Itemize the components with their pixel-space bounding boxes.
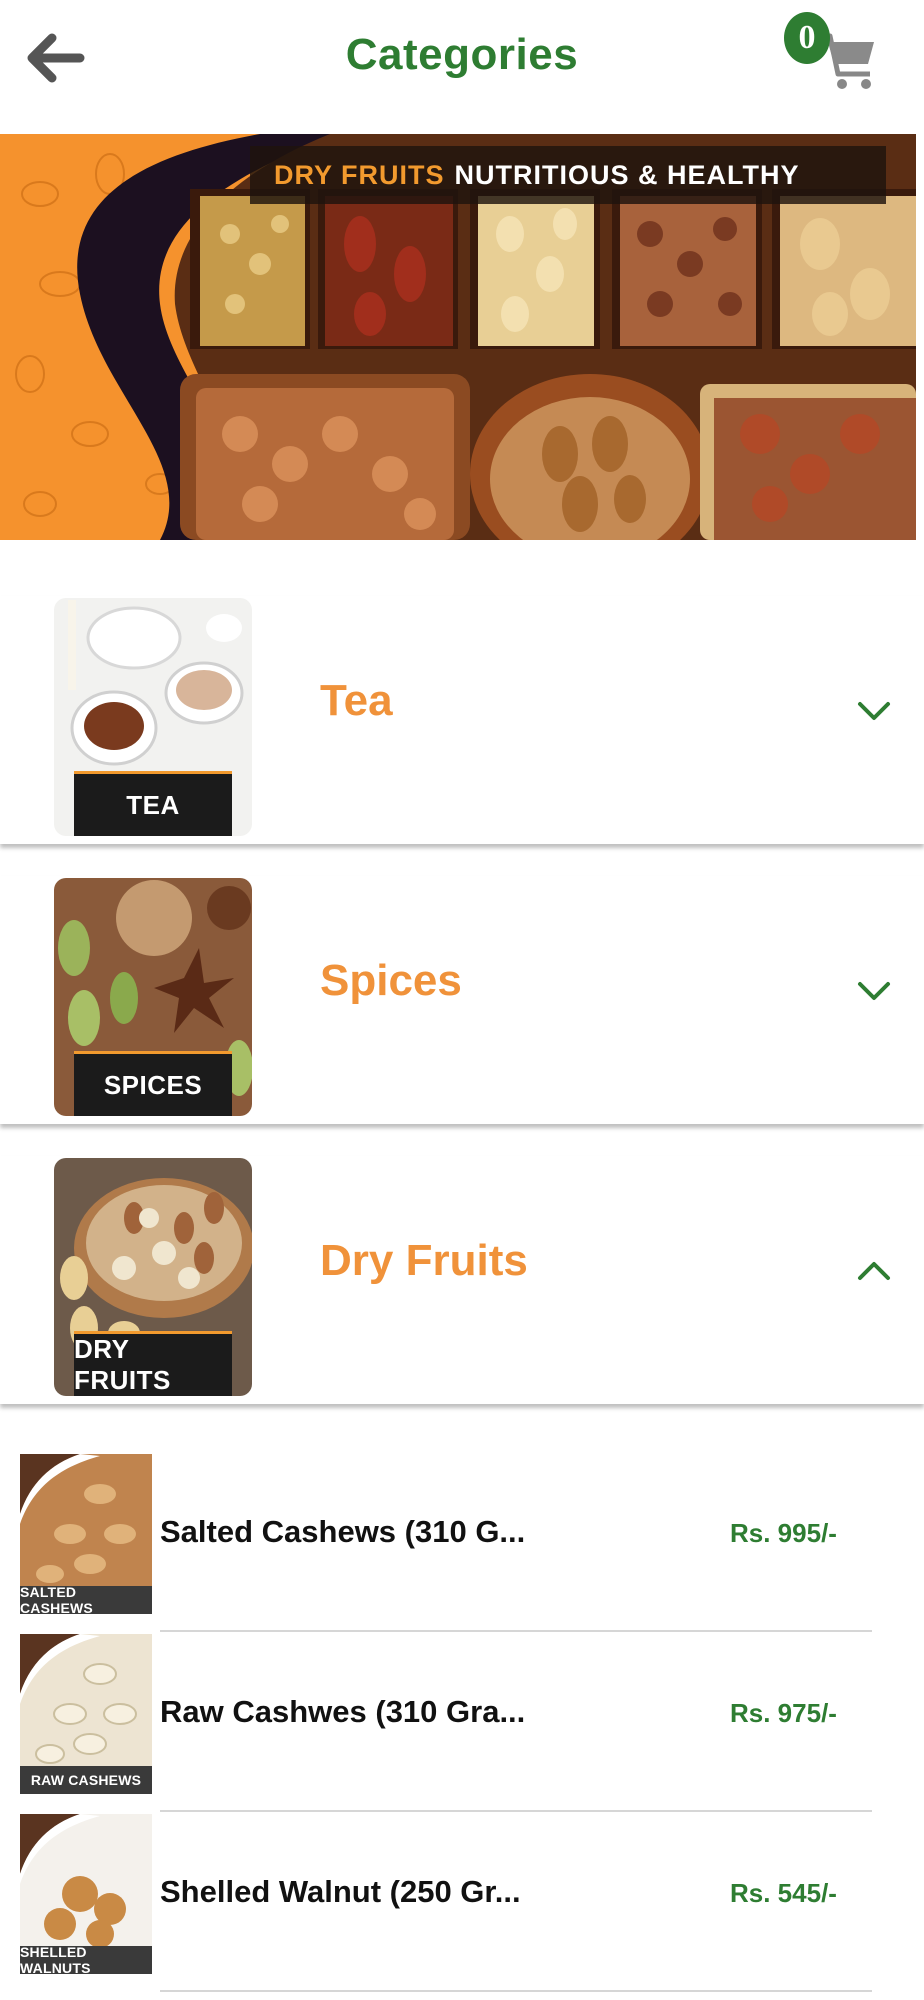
chevron-down-icon[interactable] <box>854 696 894 726</box>
product-thumbnail-label: SHELLED WALNUTS <box>20 1944 152 1974</box>
banner-tagline-accent: DRY FRUITS <box>274 159 445 190</box>
category-thumbnail-label: TEA <box>74 771 232 836</box>
category-name-spices: Spices <box>320 956 462 1005</box>
cart-count-badge: 0 <box>784 12 830 64</box>
product-thumbnail-label: SALTED CASHEWS <box>20 1584 152 1614</box>
product-thumbnail-label: RAW CASHEWS <box>20 1766 152 1794</box>
chevron-down-icon[interactable] <box>854 976 894 1006</box>
product-name: Shelled Walnut (250 Gr... <box>160 1874 521 1909</box>
category-thumbnail-label: SPICES <box>74 1051 232 1116</box>
banner-tagline-text: NUTRITIOUS & HEALTHY <box>454 159 800 190</box>
category-thumbnail-spices: SPICES <box>54 878 252 1116</box>
divider <box>160 1810 872 1812</box>
product-price: Rs. 545/- <box>730 1878 837 1908</box>
product-name: Raw Cashwes (310 Gra... <box>160 1694 526 1729</box>
promo-banner[interactable]: DRY FRUITS NUTRITIOUS & HEALTHY <box>0 134 916 540</box>
product-price: Rs. 995/- <box>730 1518 837 1548</box>
category-thumbnail-tea: TEA <box>54 598 252 836</box>
divider <box>160 1990 872 1992</box>
category-card-tea[interactable]: TEA Tea <box>0 596 924 844</box>
app-header: Categories 0 <box>0 0 924 120</box>
divider <box>160 1630 872 1632</box>
product-name: Salted Cashews (310 G... <box>160 1514 526 1549</box>
category-card-dry-fruits[interactable]: DRY FRUITS Dry Fruits <box>0 1156 924 1404</box>
category-name-dry-fruits: Dry Fruits <box>320 1236 528 1285</box>
cart-button[interactable]: 0 <box>784 12 884 96</box>
product-thumbnail: RAW CASHEWS <box>20 1634 152 1794</box>
product-row[interactable]: SALTED CASHEWS Salted Cashews (310 G... … <box>0 1454 924 1632</box>
chevron-up-icon[interactable] <box>854 1256 894 1286</box>
category-name-tea: Tea <box>320 676 393 725</box>
product-row[interactable]: SHELLED WALNUTS Shelled Walnut (250 Gr..… <box>0 1814 924 1992</box>
category-card-spices[interactable]: SPICES Spices <box>0 876 924 1124</box>
category-thumbnail-dry-fruits: DRY FRUITS <box>54 1158 252 1396</box>
product-thumbnail: SHELLED WALNUTS <box>20 1814 152 1974</box>
product-thumbnail: SALTED CASHEWS <box>20 1454 152 1614</box>
product-row[interactable]: RAW CASHEWS Raw Cashwes (310 Gra... Rs. … <box>0 1634 924 1812</box>
product-price: Rs. 975/- <box>730 1698 837 1728</box>
category-thumbnail-label: DRY FRUITS <box>74 1331 232 1396</box>
banner-tagline: DRY FRUITS NUTRITIOUS & HEALTHY <box>250 146 886 204</box>
